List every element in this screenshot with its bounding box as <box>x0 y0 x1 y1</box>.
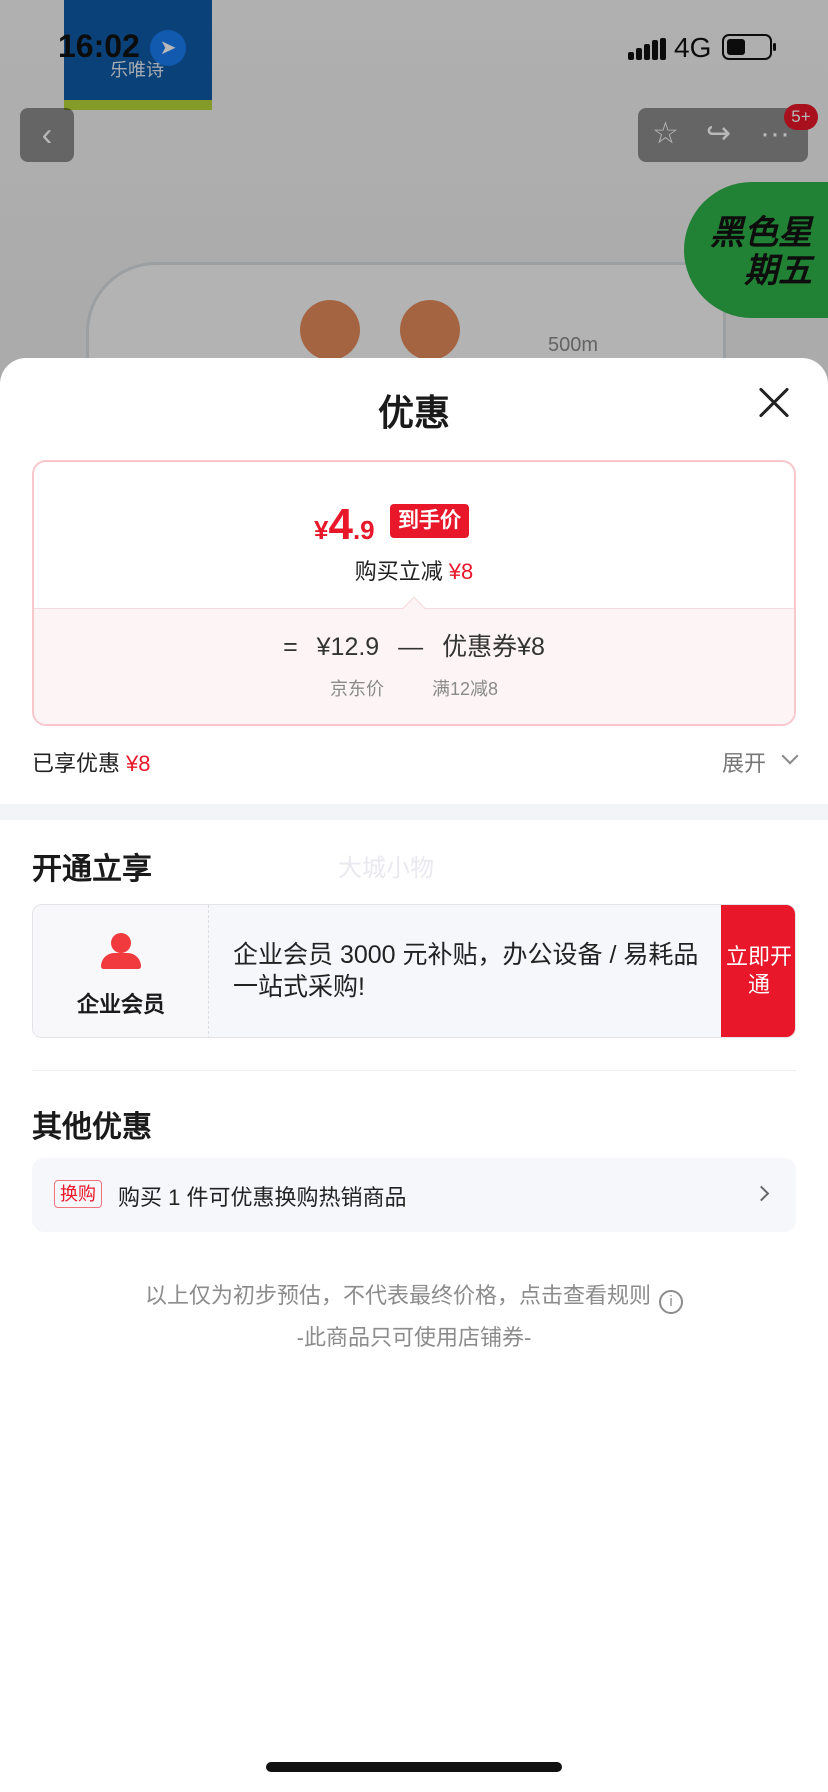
final-price-symbol: ¥ <box>314 515 329 545</box>
member-name: 企业会员 <box>76 992 165 1017</box>
expand-button[interactable]: 展开 <box>722 746 766 778</box>
exchange-tag: 换购 <box>54 1180 102 1208</box>
final-price-dec: .9 <box>352 515 375 545</box>
enjoyed-discount: 已享优惠 ¥8 <box>32 746 151 778</box>
instant-reduce-value: ¥8 <box>448 559 474 584</box>
coupon-rule: 满12减8 <box>432 679 499 699</box>
coupon-amount: 优惠券¥8 <box>442 633 545 661</box>
other-section-title: 其他优惠 <box>32 1111 152 1144</box>
sheet-title: 优惠 <box>377 392 450 433</box>
equals-sign: = <box>283 633 298 661</box>
final-price-section: ¥4.9 到手价 购买立减 ¥8 <box>34 462 794 610</box>
close-icon[interactable] <box>754 382 794 422</box>
member-badge: 企业会员 <box>33 905 209 1037</box>
divider <box>32 1070 796 1071</box>
store-coupon-note: -此商品只可使用店铺券- <box>296 1325 532 1350</box>
price-card: ¥4.9 到手价 购买立减 ¥8 = ¥12.9 — 优惠券¥8 京东价 满12减… <box>32 460 796 726</box>
final-price-int: 4 <box>328 500 353 549</box>
member-section-title: 开通立享 <box>32 853 152 886</box>
member-description: 企业会员 3000 元补贴，办公设备 / 易耗品一站式采购! <box>233 941 699 1001</box>
exchange-offer-row[interactable]: 换购 购买 1 件可优惠换购热销商品 <box>32 1158 796 1232</box>
minus-sign: — <box>398 633 424 661</box>
final-price-tag: 到手价 <box>390 504 469 538</box>
watermark: 大城小物 <box>338 855 434 882</box>
screen: 乐唯诗 500m 黑色星期五 16:02 ➤ 4G ‹ ☆ ↪ ··· 5+ 优… <box>0 0 828 1792</box>
jd-price: ¥12.9 <box>316 633 380 661</box>
home-indicator <box>266 1762 562 1772</box>
chevron-right-icon <box>753 1185 770 1202</box>
instant-reduce: 购买立减 ¥8 <box>34 554 794 586</box>
enjoyed-value: ¥8 <box>126 751 151 776</box>
open-membership-button[interactable]: 立即开通 <box>721 905 795 1037</box>
estimate-note[interactable]: 以上仅为初步预估，不代表最终价格，点击查看规则 i <box>0 1278 828 1314</box>
section-divider <box>0 804 828 820</box>
dim-overlay[interactable] <box>0 0 828 400</box>
instant-reduce-label: 购买立减 <box>354 559 443 584</box>
price-breakdown: = ¥12.9 — 优惠券¥8 京东价 满12减8 <box>34 608 794 724</box>
jd-price-label: 京东价 <box>330 679 384 699</box>
exchange-text: 购买 1 件可优惠换购热销商品 <box>118 1185 407 1210</box>
chevron-down-icon[interactable] <box>781 747 799 765</box>
discount-sheet: 优惠 ¥4.9 到手价 购买立减¥8 = ¥12.9 — 优惠券¥8 京东价 <box>0 358 828 1792</box>
enjoyed-label: 已享优惠 <box>32 751 121 776</box>
enterprise-member-card[interactable]: 企业会员 企业会员 3000 元补贴，办公设备 / 易耗品一站式采购! 立即开通 <box>32 904 796 1038</box>
info-icon[interactable]: i <box>659 1290 683 1314</box>
final-price: ¥4.9 <box>314 500 375 550</box>
person-icon <box>101 933 141 969</box>
estimate-note-text: 以上仅为初步预估，不代表最终价格，点击查看规则 <box>144 1283 651 1308</box>
price-formula: = ¥12.9 — 优惠券¥8 <box>34 627 794 663</box>
